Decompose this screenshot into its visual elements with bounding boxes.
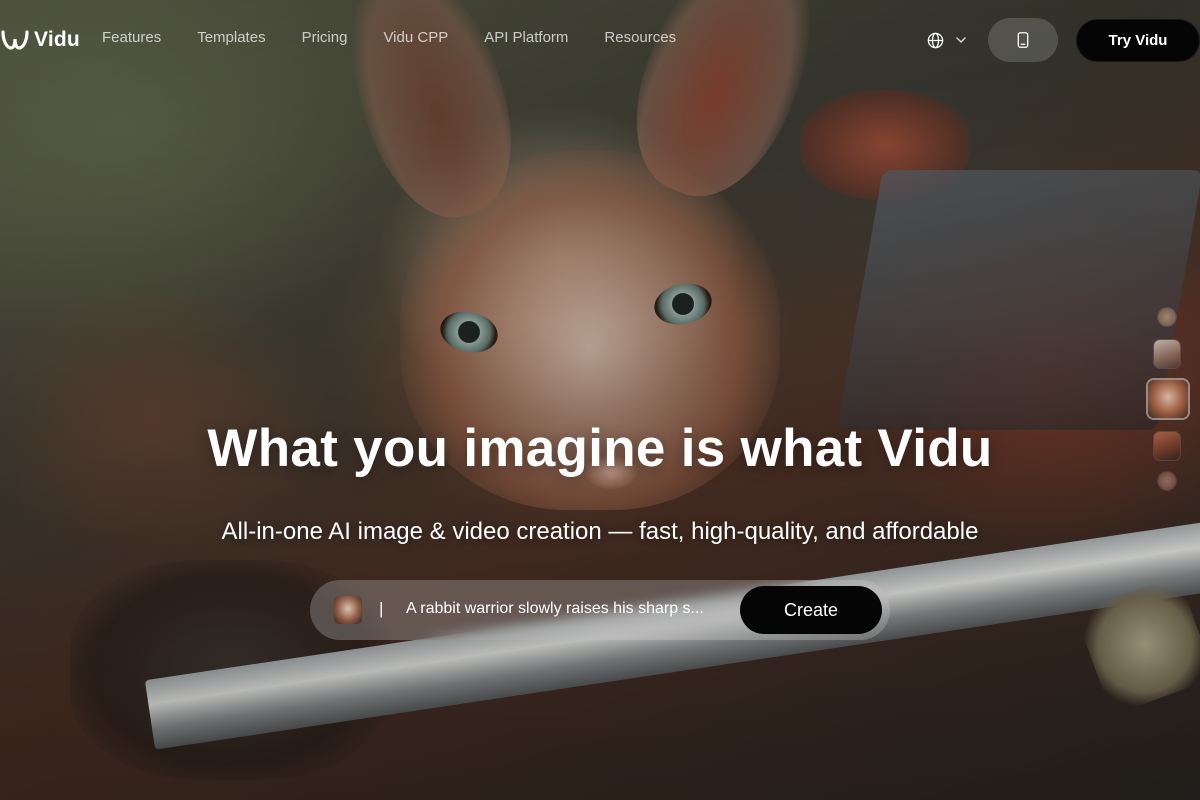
- main-nav: Features Templates Pricing Vidu CPP API …: [102, 29, 712, 46]
- prompt-reference-thumbnail[interactable]: [334, 596, 362, 624]
- create-button[interactable]: Create: [740, 586, 882, 634]
- hero-background-image: [0, 0, 1200, 800]
- carousel-thumbnail[interactable]: [1158, 308, 1176, 326]
- language-selector[interactable]: [926, 28, 974, 52]
- prompt-bar: | A rabbit warrior slowly raises his sha…: [310, 580, 890, 640]
- try-vidu-button[interactable]: Try Vidu: [1076, 19, 1200, 62]
- nav-api-platform[interactable]: API Platform: [484, 29, 568, 46]
- hero-subtitle: All-in-one AI image & video creation — f…: [221, 518, 979, 545]
- prompt-input[interactable]: A rabbit warrior slowly raises his sharp…: [406, 600, 736, 618]
- vidu-logo-icon: [1, 30, 29, 50]
- brand-name: Vidu: [34, 28, 80, 51]
- hero-title: What you imagine is what Vidu: [207, 419, 993, 478]
- mobile-phone-icon: [1017, 32, 1029, 48]
- nav-features[interactable]: Features: [102, 29, 161, 46]
- carousel-thumbnail-active[interactable]: [1148, 380, 1188, 418]
- nav-vidu-cpp[interactable]: Vidu CPP: [383, 29, 448, 46]
- carousel-thumbnail[interactable]: [1154, 340, 1180, 368]
- brand-logo[interactable]: Vidu: [0, 25, 80, 55]
- top-navigation: Vidu Features Templates Pricing Vidu CPP…: [0, 0, 1200, 80]
- globe-icon: [927, 32, 944, 48]
- nav-templates[interactable]: Templates: [197, 29, 265, 46]
- nav-pricing[interactable]: Pricing: [302, 29, 348, 46]
- nav-resources[interactable]: Resources: [604, 29, 676, 46]
- mobile-app-button[interactable]: [988, 18, 1058, 62]
- prompt-separator: |: [379, 599, 384, 618]
- background-shade: [0, 0, 1200, 800]
- chevron-down-icon: [956, 37, 966, 43]
